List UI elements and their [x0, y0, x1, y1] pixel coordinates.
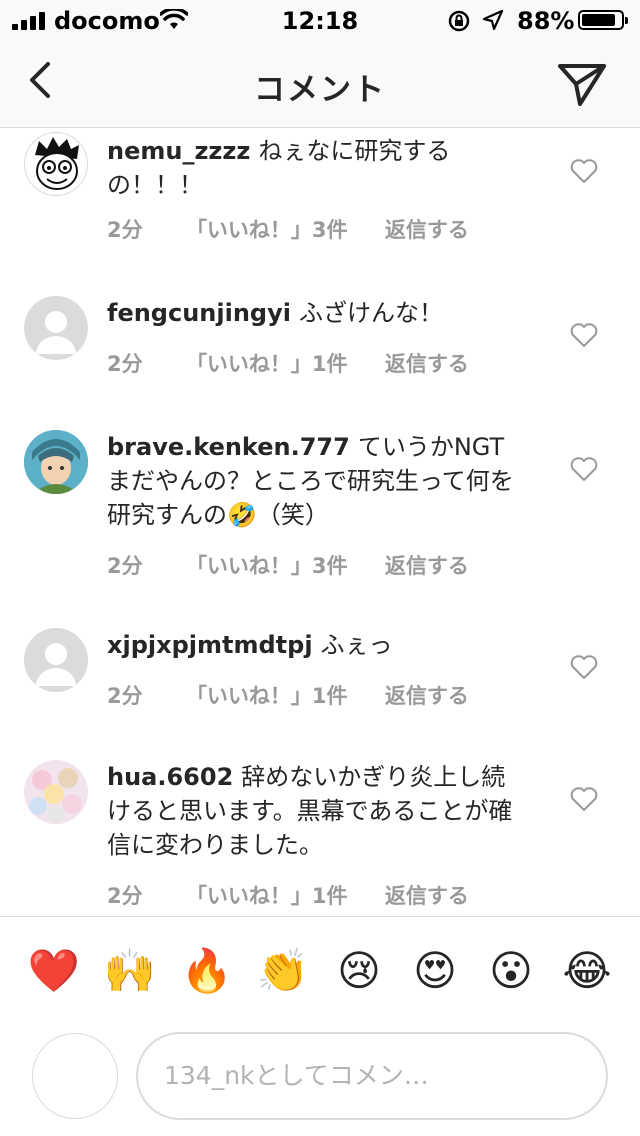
comment-item: hua.6602 辞めないかぎり炎上し続けると思います。黒幕であることが確信に変わ…: [0, 742, 640, 912]
nav-bar: コメント: [0, 40, 640, 128]
status-bar: docomo 12:18 88%: [0, 0, 640, 40]
comment-text: fengcunjingyi ふざけんな！: [107, 296, 527, 330]
comment-meta: 2分 「いいね！」1件 返信する: [107, 680, 469, 710]
battery-icon: [578, 10, 628, 30]
comment-text: brave.kenken.777 ていうかNGTまだやんの？ところで研究生って何を…: [107, 430, 527, 532]
comment-item: fengcunjingyi ふざけんな！ 2分 「いいね！」1件 返信する: [0, 278, 640, 398]
comment-username[interactable]: brave.kenken.777: [107, 433, 350, 461]
comment-text: xjpjxpjmtmdtpj ふぇっ: [107, 628, 527, 662]
comment-username[interactable]: hua.6602: [107, 763, 233, 791]
emoji-heart[interactable]: ❤️: [24, 940, 84, 1002]
comment-body: ふぇっ: [320, 631, 393, 659]
emoji-surprised[interactable]: 😮: [481, 940, 541, 1002]
comment-likes[interactable]: 「いいね！」1件: [186, 348, 348, 378]
cartoon-avatar-image: [35, 137, 79, 190]
reply-button[interactable]: 返信する: [385, 214, 469, 244]
heart-icon[interactable]: [570, 322, 598, 348]
emoji-clap[interactable]: 👏: [253, 940, 313, 1002]
avatar[interactable]: [24, 296, 88, 360]
comment-meta: 2分 「いいね！」3件 返信する: [107, 550, 469, 580]
default-avatar-image: [36, 311, 76, 354]
reply-button[interactable]: 返信する: [385, 680, 469, 710]
battery-percent: 88%: [517, 7, 575, 35]
comment-likes[interactable]: 「いいね！」3件: [186, 550, 348, 580]
comment-meta: 2分 「いいね！」3件 返信する: [107, 214, 469, 244]
emoji-fire[interactable]: 🔥: [177, 940, 237, 1002]
location-icon: [482, 9, 504, 31]
character-avatar-image: [24, 430, 88, 494]
comment-time: 2分: [107, 218, 143, 242]
reply-button[interactable]: 返信する: [385, 348, 469, 378]
rotation-lock-icon: [448, 10, 470, 32]
emoji-tears-of-joy[interactable]: 😂: [557, 940, 617, 1002]
comment-meta: 2分 「いいね！」1件 返信する: [107, 880, 469, 910]
comment-time: 2分: [107, 554, 143, 578]
avatar[interactable]: [24, 132, 88, 196]
reply-button[interactable]: 返信する: [385, 550, 469, 580]
emoji-raised-hands[interactable]: 🙌: [100, 940, 160, 1002]
comment-item: nemu_zzzz ねぇなに研究するの！！！ 2分 「いいね！」3件 返信する: [0, 128, 640, 258]
comment-list: nemu_zzzz ねぇなに研究するの！！！ 2分 「いいね！」3件 返信する f…: [0, 128, 640, 916]
comment-time: 2分: [107, 352, 143, 376]
emoji-quick-bar: ❤️ 🙌 🔥 👏 😢 😍 😮 😂: [0, 940, 640, 1002]
comment-username[interactable]: nemu_zzzz: [107, 137, 250, 165]
current-user-avatar: [32, 1033, 118, 1119]
divider: [0, 916, 640, 917]
avatar[interactable]: [24, 760, 88, 824]
comment-username[interactable]: fengcunjingyi: [107, 299, 291, 327]
send-icon[interactable]: [556, 60, 608, 108]
comment-item: brave.kenken.777 ていうかNGTまだやんの？ところで研究生って何を…: [0, 412, 640, 582]
comment-time: 2分: [107, 884, 143, 908]
comment-username[interactable]: xjpjxpjmtmdtpj: [107, 631, 313, 659]
emoji-heart-eyes[interactable]: 😍: [405, 940, 465, 1002]
heart-icon[interactable]: [570, 456, 598, 482]
avatar[interactable]: [24, 430, 88, 494]
default-avatar-image: [36, 643, 76, 686]
comment-likes[interactable]: 「いいね！」1件: [186, 680, 348, 710]
comment-text: nemu_zzzz ねぇなに研究するの！！！: [107, 134, 527, 202]
heart-icon[interactable]: [570, 158, 598, 184]
comment-body: ふざけんな！: [298, 299, 443, 327]
emoji-crying[interactable]: 😢: [329, 940, 389, 1002]
plush-avatar-image: [24, 760, 88, 824]
heart-icon[interactable]: [570, 654, 598, 680]
comment-item: xjpjxpjmtmdtpj ふぇっ 2分 「いいね！」1件 返信する: [0, 610, 640, 730]
comment-input[interactable]: 134_nkとしてコメン…: [136, 1032, 608, 1120]
page-title: コメント: [254, 72, 386, 108]
comment-likes[interactable]: 「いいね！」1件: [186, 880, 348, 910]
comment-meta: 2分 「いいね！」1件 返信する: [107, 348, 469, 378]
heart-icon[interactable]: [570, 786, 598, 812]
avatar[interactable]: [24, 628, 88, 692]
comment-likes[interactable]: 「いいね！」3件: [186, 214, 348, 244]
comment-time: 2分: [107, 684, 143, 708]
comment-text: hua.6602 辞めないかぎり炎上し続けると思います。黒幕であることが確信に変わ…: [107, 760, 527, 862]
reply-button[interactable]: 返信する: [385, 880, 469, 910]
